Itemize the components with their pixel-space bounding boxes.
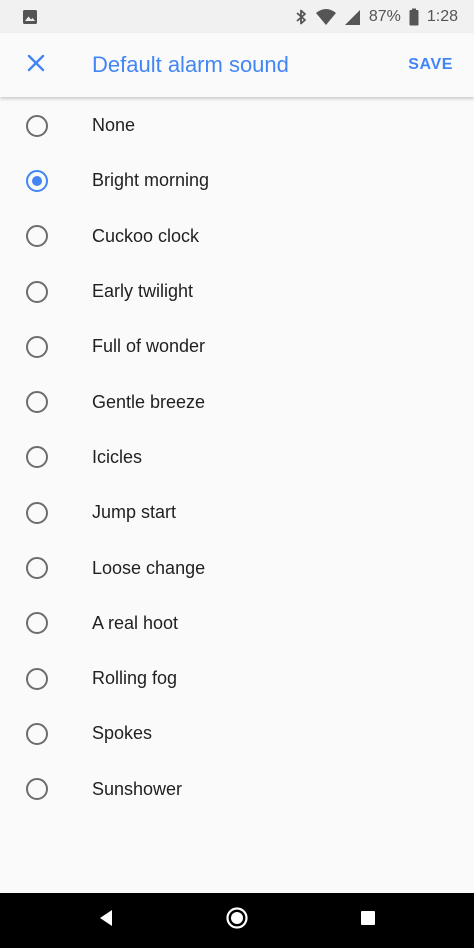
sound-option-label: Jump start: [92, 502, 177, 523]
sound-option-cuckoo-clock[interactable]: Cuckoo clock: [0, 209, 474, 264]
radio-button[interactable]: [26, 280, 48, 303]
recents-button[interactable]: [338, 893, 398, 948]
sound-option-rolling-fog[interactable]: Rolling fog: [0, 651, 474, 706]
alarm-sound-list: None Bright morning Cuckoo clock Early t…: [0, 98, 474, 817]
clock-time: 1:28: [426, 7, 458, 25]
sound-option-gentle-breeze[interactable]: Gentle breeze: [0, 374, 474, 429]
sound-option-sunshower[interactable]: Sunshower: [0, 762, 474, 817]
save-button[interactable]: SAVE: [408, 33, 453, 97]
sound-option-label: Loose change: [92, 557, 206, 578]
back-button[interactable]: [76, 893, 136, 948]
sound-option-label: Spokes: [92, 723, 153, 744]
radio-button[interactable]: [26, 501, 48, 524]
radio-button[interactable]: [26, 225, 48, 248]
sound-option-label: Bright morning: [92, 170, 210, 191]
app-bar: Default alarm sound SAVE: [0, 33, 474, 97]
back-icon: [98, 909, 114, 932]
radio-button[interactable]: [26, 722, 48, 745]
radio-button[interactable]: [26, 114, 48, 137]
sound-option-label: Full of wonder: [92, 336, 206, 357]
page-title: Default alarm sound: [92, 52, 289, 77]
recents-icon: [360, 910, 376, 931]
sound-option-none[interactable]: None: [0, 98, 474, 153]
radio-button[interactable]: [26, 612, 48, 635]
status-bar: 87% 1:28: [0, 0, 474, 33]
sound-option-label: Cuckoo clock: [92, 225, 200, 246]
sound-option-jump-start[interactable]: Jump start: [0, 485, 474, 540]
sound-option-full-of-wonder[interactable]: Full of wonder: [0, 319, 474, 374]
close-button[interactable]: [20, 49, 52, 81]
wifi-icon: [315, 8, 337, 26]
close-icon: [27, 54, 45, 77]
sound-option-label: None: [92, 115, 136, 136]
cellular-signal-icon: [344, 8, 361, 26]
status-icons: 87% 1:28: [295, 0, 458, 33]
radio-button[interactable]: [26, 667, 48, 690]
sound-option-a-real-hoot[interactable]: A real hoot: [0, 596, 474, 651]
radio-button-selected[interactable]: [26, 169, 48, 192]
sound-option-label: Sunshower: [92, 778, 183, 799]
battery-percent: 87%: [368, 7, 401, 25]
sound-option-loose-change[interactable]: Loose change: [0, 540, 474, 595]
radio-button[interactable]: [26, 446, 48, 469]
radio-button[interactable]: [26, 778, 48, 801]
sound-option-label: Rolling fog: [92, 668, 178, 689]
navigation-bar: [0, 893, 474, 948]
image-notification-icon: [22, 9, 38, 30]
sound-option-icicles[interactable]: Icicles: [0, 430, 474, 485]
home-button[interactable]: [207, 893, 267, 948]
sound-option-label: A real hoot: [92, 612, 179, 633]
sound-option-label: Icicles: [92, 446, 143, 467]
sound-option-label: Gentle breeze: [92, 391, 206, 412]
radio-button[interactable]: [26, 391, 48, 414]
radio-button[interactable]: [26, 557, 48, 580]
sound-option-early-twilight[interactable]: Early twilight: [0, 264, 474, 319]
radio-button[interactable]: [26, 335, 48, 358]
sound-option-spokes[interactable]: Spokes: [0, 706, 474, 761]
battery-icon: [409, 8, 419, 26]
screen: 87% 1:28 Default alarm sound SAVE None B…: [0, 0, 474, 948]
sound-option-label: Early twilight: [92, 281, 194, 302]
bluetooth-icon: [295, 8, 307, 26]
home-icon: [225, 906, 249, 935]
sound-option-bright-morning[interactable]: Bright morning: [0, 153, 474, 208]
